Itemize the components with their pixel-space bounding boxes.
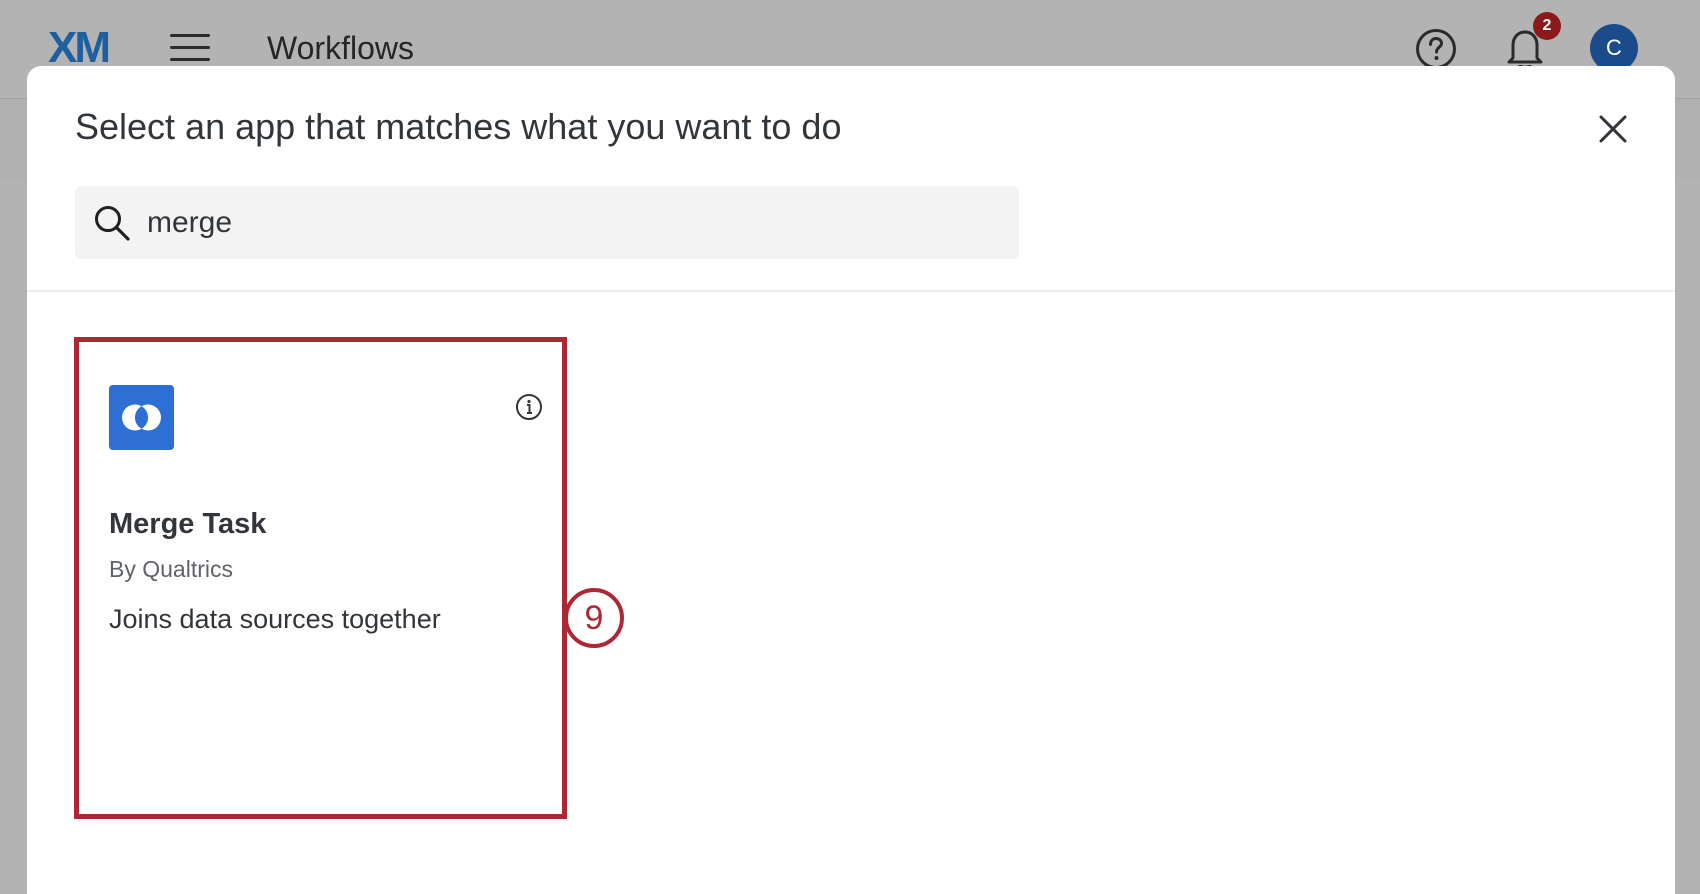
app-card-vendor: By Qualtrics [109, 556, 233, 582]
app-card-description: Joins data sources together [109, 604, 441, 634]
app-card-merge-task[interactable]: Merge Task By Qualtrics Joins data sourc… [74, 337, 567, 819]
xm-logo[interactable]: XM [48, 26, 111, 70]
modal-title: Select an app that matches what you want… [75, 106, 842, 147]
search-icon [95, 206, 130, 241]
info-icon[interactable] [515, 393, 543, 421]
hamburger-menu-icon[interactable] [170, 34, 210, 62]
app-card-title: Merge Task [109, 508, 267, 540]
merge-icon [109, 385, 174, 450]
search-input[interactable] [147, 186, 997, 259]
help-icon[interactable] [1415, 28, 1457, 70]
close-icon[interactable] [1599, 115, 1627, 143]
step-number-badge: 9 [564, 588, 624, 648]
divider [27, 290, 1675, 292]
app-selector-modal: Select an app that matches what you want… [27, 66, 1675, 894]
user-avatar[interactable]: C [1590, 24, 1638, 72]
page-title: Workflows [267, 30, 414, 66]
search-box [75, 186, 1019, 259]
notification-badge: 2 [1533, 12, 1561, 40]
